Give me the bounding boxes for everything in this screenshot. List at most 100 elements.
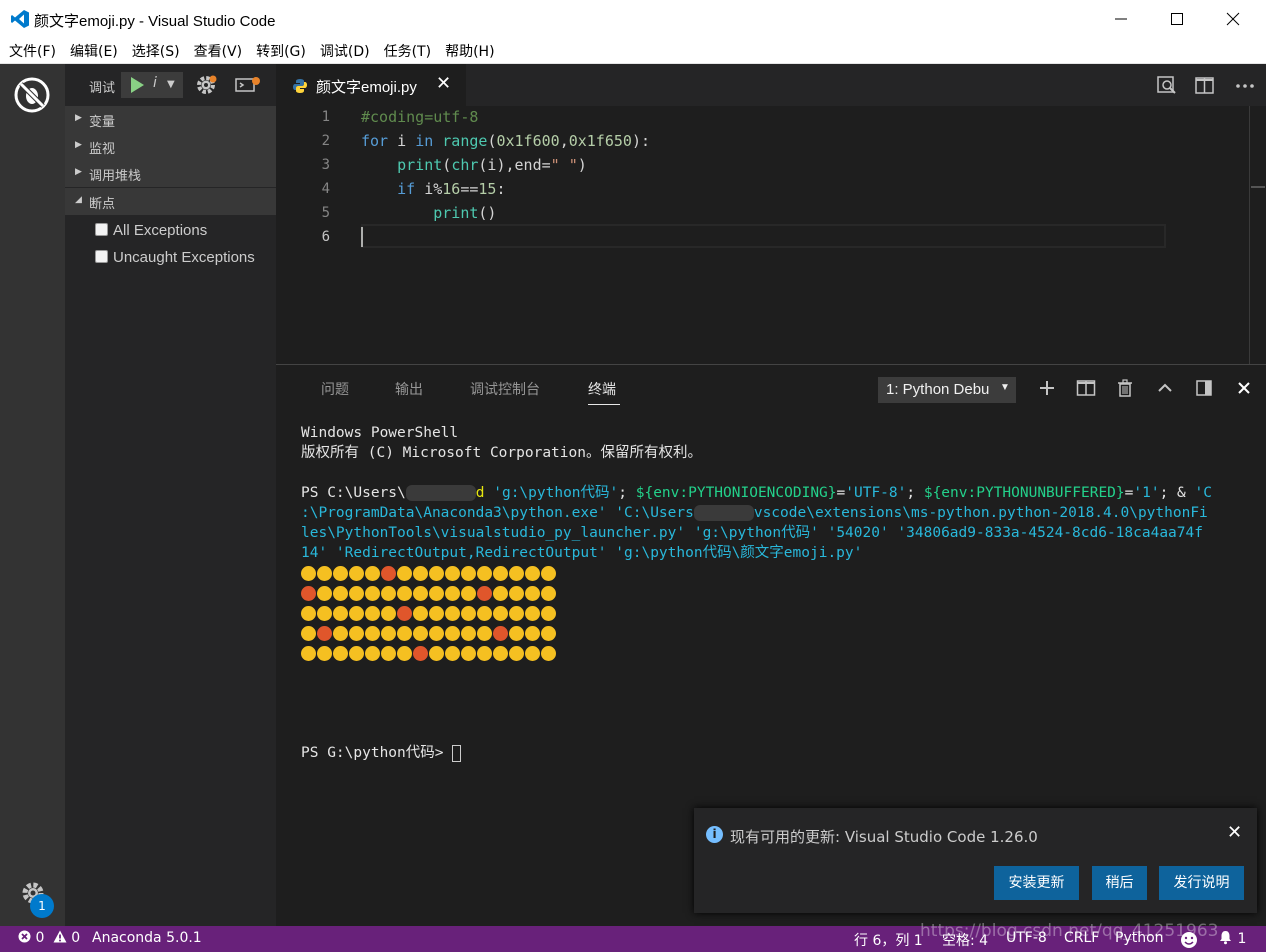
chevron-right-icon: ▶	[75, 140, 82, 150]
emoji-glyph	[445, 605, 460, 621]
code-editor[interactable]: 1 2 3 4 5 6 #coding=utf-8 for i in range…	[276, 106, 1266, 364]
emoji-glyph	[317, 605, 332, 621]
kill-terminal-trash-icon[interactable]	[1116, 379, 1134, 397]
terminal-line: :\ProgramData\Anaconda3\python.exe' 'C:\…	[301, 505, 1208, 521]
emoji-glyph	[365, 625, 380, 641]
terminal-output[interactable]: Windows PowerShell 版权所有 (C) Microsoft Cor…	[301, 423, 1212, 763]
menu-help[interactable]: 帮助(H)	[438, 41, 501, 61]
later-button[interactable]: 稍后	[1092, 866, 1147, 900]
emoji-glyph	[365, 605, 380, 621]
emoji-glyph	[493, 625, 508, 641]
checkbox[interactable]	[95, 223, 108, 236]
emoji-glyph	[509, 645, 524, 661]
toggle-panel-position-icon[interactable]	[1195, 379, 1213, 397]
emoji-glyph	[477, 565, 492, 581]
menu-goto[interactable]: 转到(G)	[249, 41, 313, 61]
menu-debug[interactable]: 调试(D)	[313, 41, 377, 61]
breakpoint-all-exceptions: All Exceptions	[65, 218, 276, 244]
active-tab-underline	[588, 404, 620, 405]
notifications-status[interactable]: 1	[1218, 930, 1246, 947]
info-icon: i	[706, 826, 723, 843]
emoji-output	[301, 563, 1212, 663]
emoji-glyph	[301, 585, 316, 601]
emoji-glyph	[301, 645, 316, 661]
tab-label: 颜文字emoji.py	[316, 79, 417, 96]
notification-message: 现有可用的更新: Visual Studio Code 1.26.0	[730, 828, 1038, 846]
maximize-panel-chevron-up-icon[interactable]	[1156, 379, 1174, 397]
emoji-glyph	[397, 605, 412, 621]
warning-icon	[53, 930, 67, 943]
debug-console-icon[interactable]	[235, 76, 261, 94]
emoji-glyph	[429, 645, 444, 661]
release-notes-button[interactable]: 发行说明	[1159, 866, 1244, 900]
terminal-line: 版权所有 (C) Microsoft Corporation。保留所有权利。	[301, 445, 702, 461]
checkbox[interactable]	[95, 250, 108, 263]
close-window-button[interactable]	[1202, 0, 1262, 38]
emoji-glyph	[333, 645, 348, 661]
section-call-stack[interactable]: ▶ 调用堆栈	[65, 160, 276, 187]
debug-settings-gear-icon[interactable]	[195, 74, 217, 96]
close-icon	[1226, 12, 1240, 26]
emoji-glyph	[301, 565, 316, 581]
redacted-username	[693, 505, 754, 521]
panel-tab-problems[interactable]: 问题	[321, 379, 349, 399]
emoji-glyph	[349, 625, 364, 641]
new-terminal-plus-icon[interactable]	[1038, 379, 1056, 397]
menu-edit[interactable]: 编辑(E)	[63, 41, 125, 61]
problems-status[interactable]: 0 0	[18, 930, 80, 946]
overview-ruler-mark	[1251, 186, 1265, 188]
emoji-glyph	[541, 625, 556, 641]
debug-no-bug-icon[interactable]	[14, 77, 50, 113]
section-breakpoints[interactable]: ◢ 断点	[65, 188, 276, 215]
python-interpreter[interactable]: Anaconda 5.0.1	[92, 930, 202, 946]
emoji-glyph	[429, 565, 444, 581]
terminal-select[interactable]: 1: Python Debu ▼	[878, 377, 1016, 403]
split-terminal-icon[interactable]	[1076, 379, 1096, 397]
debug-config-name: i	[153, 75, 157, 91]
emoji-glyph	[317, 565, 332, 581]
emoji-glyph	[445, 585, 460, 601]
emoji-glyph	[445, 645, 460, 661]
emoji-glyph	[317, 585, 332, 601]
menu-view[interactable]: 查看(V)	[187, 41, 250, 61]
close-tab-icon[interactable]: ✕	[436, 73, 451, 94]
menu-file[interactable]: 文件(F)	[2, 41, 63, 61]
emoji-glyph	[509, 605, 524, 621]
maximize-button[interactable]	[1146, 0, 1206, 38]
emoji-glyph	[541, 585, 556, 601]
menu-selection[interactable]: 选择(S)	[125, 41, 187, 61]
update-badge: 1	[30, 894, 54, 918]
emoji-row	[301, 643, 1212, 663]
section-watch[interactable]: ▶ 监视	[65, 133, 276, 160]
emoji-glyph	[381, 565, 396, 581]
menu-tasks[interactable]: 任务(T)	[377, 41, 438, 61]
emoji-glyph	[333, 605, 348, 621]
line-number: 3	[321, 157, 330, 173]
emoji-glyph	[477, 605, 492, 621]
panel-tab-output[interactable]: 输出	[395, 379, 423, 399]
panel-tab-debug-console[interactable]: 调试控制台	[470, 379, 540, 399]
emoji-row	[301, 583, 1212, 603]
cursor-position[interactable]: 行 6，列 1	[854, 930, 923, 950]
vscode-logo-icon	[11, 10, 29, 28]
panel-tab-terminal[interactable]: 终端	[588, 379, 616, 399]
tab-emoji-py[interactable]: 颜文字emoji.py ✕	[276, 64, 466, 106]
chevron-down-icon: ◢	[75, 195, 82, 205]
code-line-1: #coding=utf-8	[361, 108, 479, 126]
close-panel-icon[interactable]	[1235, 379, 1253, 397]
emoji-glyph	[413, 585, 428, 601]
more-actions-icon[interactable]	[1234, 75, 1256, 97]
split-editor-icon[interactable]	[1194, 75, 1216, 97]
open-preview-icon[interactable]	[1156, 75, 1178, 97]
editor-scrollbar[interactable]	[1249, 106, 1250, 364]
start-debugging-icon[interactable]	[129, 76, 145, 94]
emoji-glyph	[413, 645, 428, 661]
line-number: 2	[321, 133, 330, 149]
emoji-glyph	[381, 585, 396, 601]
emoji-glyph	[301, 625, 316, 641]
close-notification-icon[interactable]: ✕	[1227, 822, 1242, 843]
install-update-button[interactable]: 安装更新	[994, 866, 1079, 900]
section-variables[interactable]: ▶ 变量	[65, 106, 276, 133]
emoji-glyph	[413, 605, 428, 621]
minimize-button[interactable]	[1090, 0, 1150, 38]
